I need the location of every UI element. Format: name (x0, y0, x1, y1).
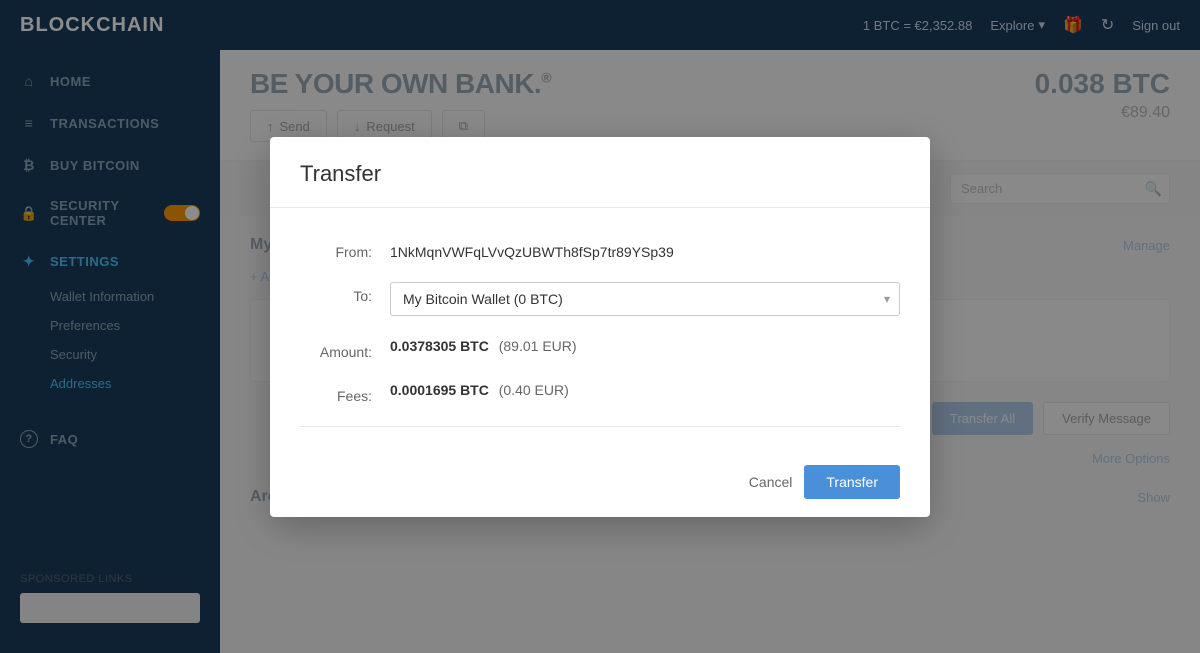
modal-body: From: 1NkMqnVWFqLVvQzUBWTh8fSp7tr89YSp39… (270, 208, 930, 447)
to-select[interactable]: My Bitcoin Wallet (0 BTC) (390, 282, 900, 316)
fees-row: Fees: 0.0001695 BTC (0.40 EUR) (300, 382, 900, 404)
cancel-button[interactable]: Cancel (749, 474, 793, 490)
from-label: From: (300, 238, 390, 260)
main-content: BE YOUR OWN BANK.® ↑ Send ↓ Request ⧉ (220, 50, 1200, 653)
fees-value: 0.0001695 BTC (0.40 EUR) (390, 382, 569, 398)
transfer-modal: Transfer From: 1NkMqnVWFqLVvQzUBWTh8fSp7… (270, 137, 930, 517)
fees-label: Fees: (300, 382, 390, 404)
modal-divider (300, 426, 900, 427)
to-label: To: (300, 282, 390, 304)
to-row: To: My Bitcoin Wallet (0 BTC) ▾ (300, 282, 900, 316)
modal-footer: Cancel Transfer (270, 447, 930, 517)
app-layout: ⌂ HOME ≡ TRANSACTIONS ₿ BUY BITCOIN 🔒 SE… (0, 50, 1200, 653)
from-value: 1NkMqnVWFqLVvQzUBWTh8fSp7tr89YSp39 (390, 238, 900, 260)
fees-btc: 0.0001695 BTC (390, 382, 489, 398)
amount-label: Amount: (300, 338, 390, 360)
fees-eur: (0.40 EUR) (499, 382, 569, 398)
amount-row: Amount: 0.0378305 BTC (89.01 EUR) (300, 338, 900, 360)
amount-btc: 0.0378305 BTC (390, 338, 489, 354)
modal-title: Transfer (300, 161, 900, 187)
modal-overlay: Transfer From: 1NkMqnVWFqLVvQzUBWTh8fSp7… (220, 50, 1200, 653)
from-row: From: 1NkMqnVWFqLVvQzUBWTh8fSp7tr89YSp39 (300, 238, 900, 260)
amount-eur: (89.01 EUR) (499, 338, 577, 354)
amount-value: 0.0378305 BTC (89.01 EUR) (390, 338, 577, 354)
to-select-wrap: My Bitcoin Wallet (0 BTC) ▾ (390, 282, 900, 316)
modal-header: Transfer (270, 137, 930, 208)
transfer-button[interactable]: Transfer (804, 465, 900, 499)
